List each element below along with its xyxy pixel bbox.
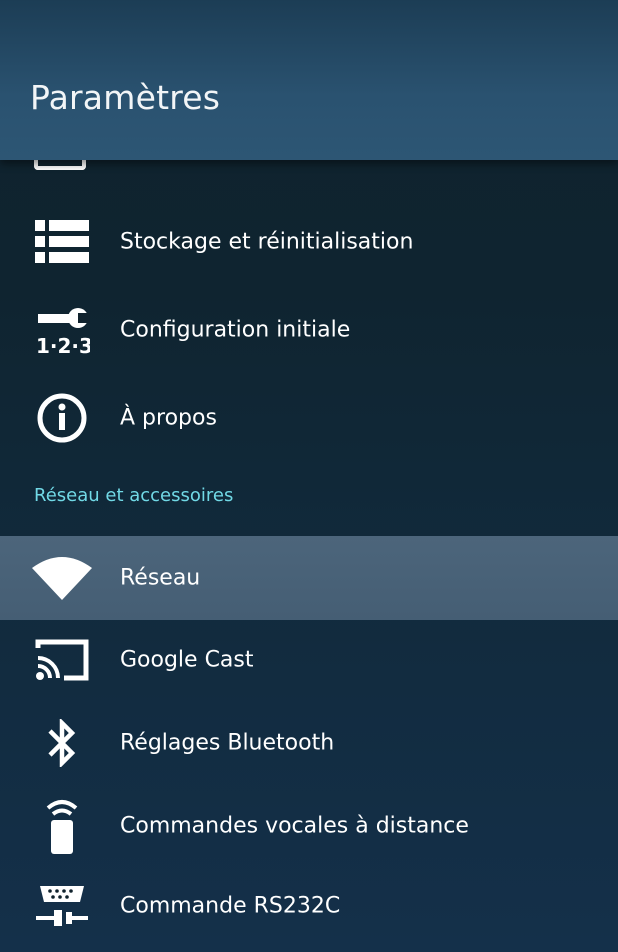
settings-item-label: Commande RS232C xyxy=(120,893,341,919)
storage-icon xyxy=(32,214,92,270)
rs232c-icon xyxy=(32,878,92,934)
settings-item-initial-setup[interactable]: 1·2·3 Configuration initiale xyxy=(0,288,618,372)
wifi-icon xyxy=(32,550,92,606)
settings-item-label: Réseau xyxy=(120,565,201,591)
settings-item-storage[interactable]: Stockage et réinitialisation xyxy=(0,200,618,284)
settings-item-rs232c[interactable]: Commande RS232C xyxy=(0,864,618,948)
settings-item-label: Stockage et réinitialisation xyxy=(120,229,414,255)
bluetooth-icon xyxy=(32,715,92,771)
settings-list[interactable]: Stockage et réinitialisation 1·2·3 Confi… xyxy=(0,160,618,952)
settings-item-network[interactable]: Réseau xyxy=(0,536,618,620)
settings-item-google-cast[interactable]: Google Cast xyxy=(0,618,618,702)
settings-item-voice-remote[interactable]: Commandes vocales à distance xyxy=(0,784,618,868)
partial-device-icon xyxy=(34,160,86,170)
settings-item-bluetooth[interactable]: Réglages Bluetooth xyxy=(0,701,618,785)
settings-item-label: Configuration initiale xyxy=(120,317,351,343)
settings-item-about[interactable]: À propos xyxy=(0,376,618,460)
remote-voice-icon xyxy=(32,798,92,854)
cast-icon xyxy=(32,632,92,688)
settings-header: Paramètres xyxy=(0,0,618,160)
settings-item-label: À propos xyxy=(120,405,217,431)
settings-item-label: Réglages Bluetooth xyxy=(120,730,335,756)
page-title: Paramètres xyxy=(30,78,221,117)
settings-item-label: Commandes vocales à distance xyxy=(120,813,469,839)
svg-text:1·2·3: 1·2·3 xyxy=(36,334,90,356)
section-header-network: Réseau et accessoires xyxy=(34,485,234,506)
setup-wrench-123-icon: 1·2·3 xyxy=(32,302,92,358)
settings-item-label: Google Cast xyxy=(120,647,254,673)
info-icon xyxy=(32,390,92,446)
